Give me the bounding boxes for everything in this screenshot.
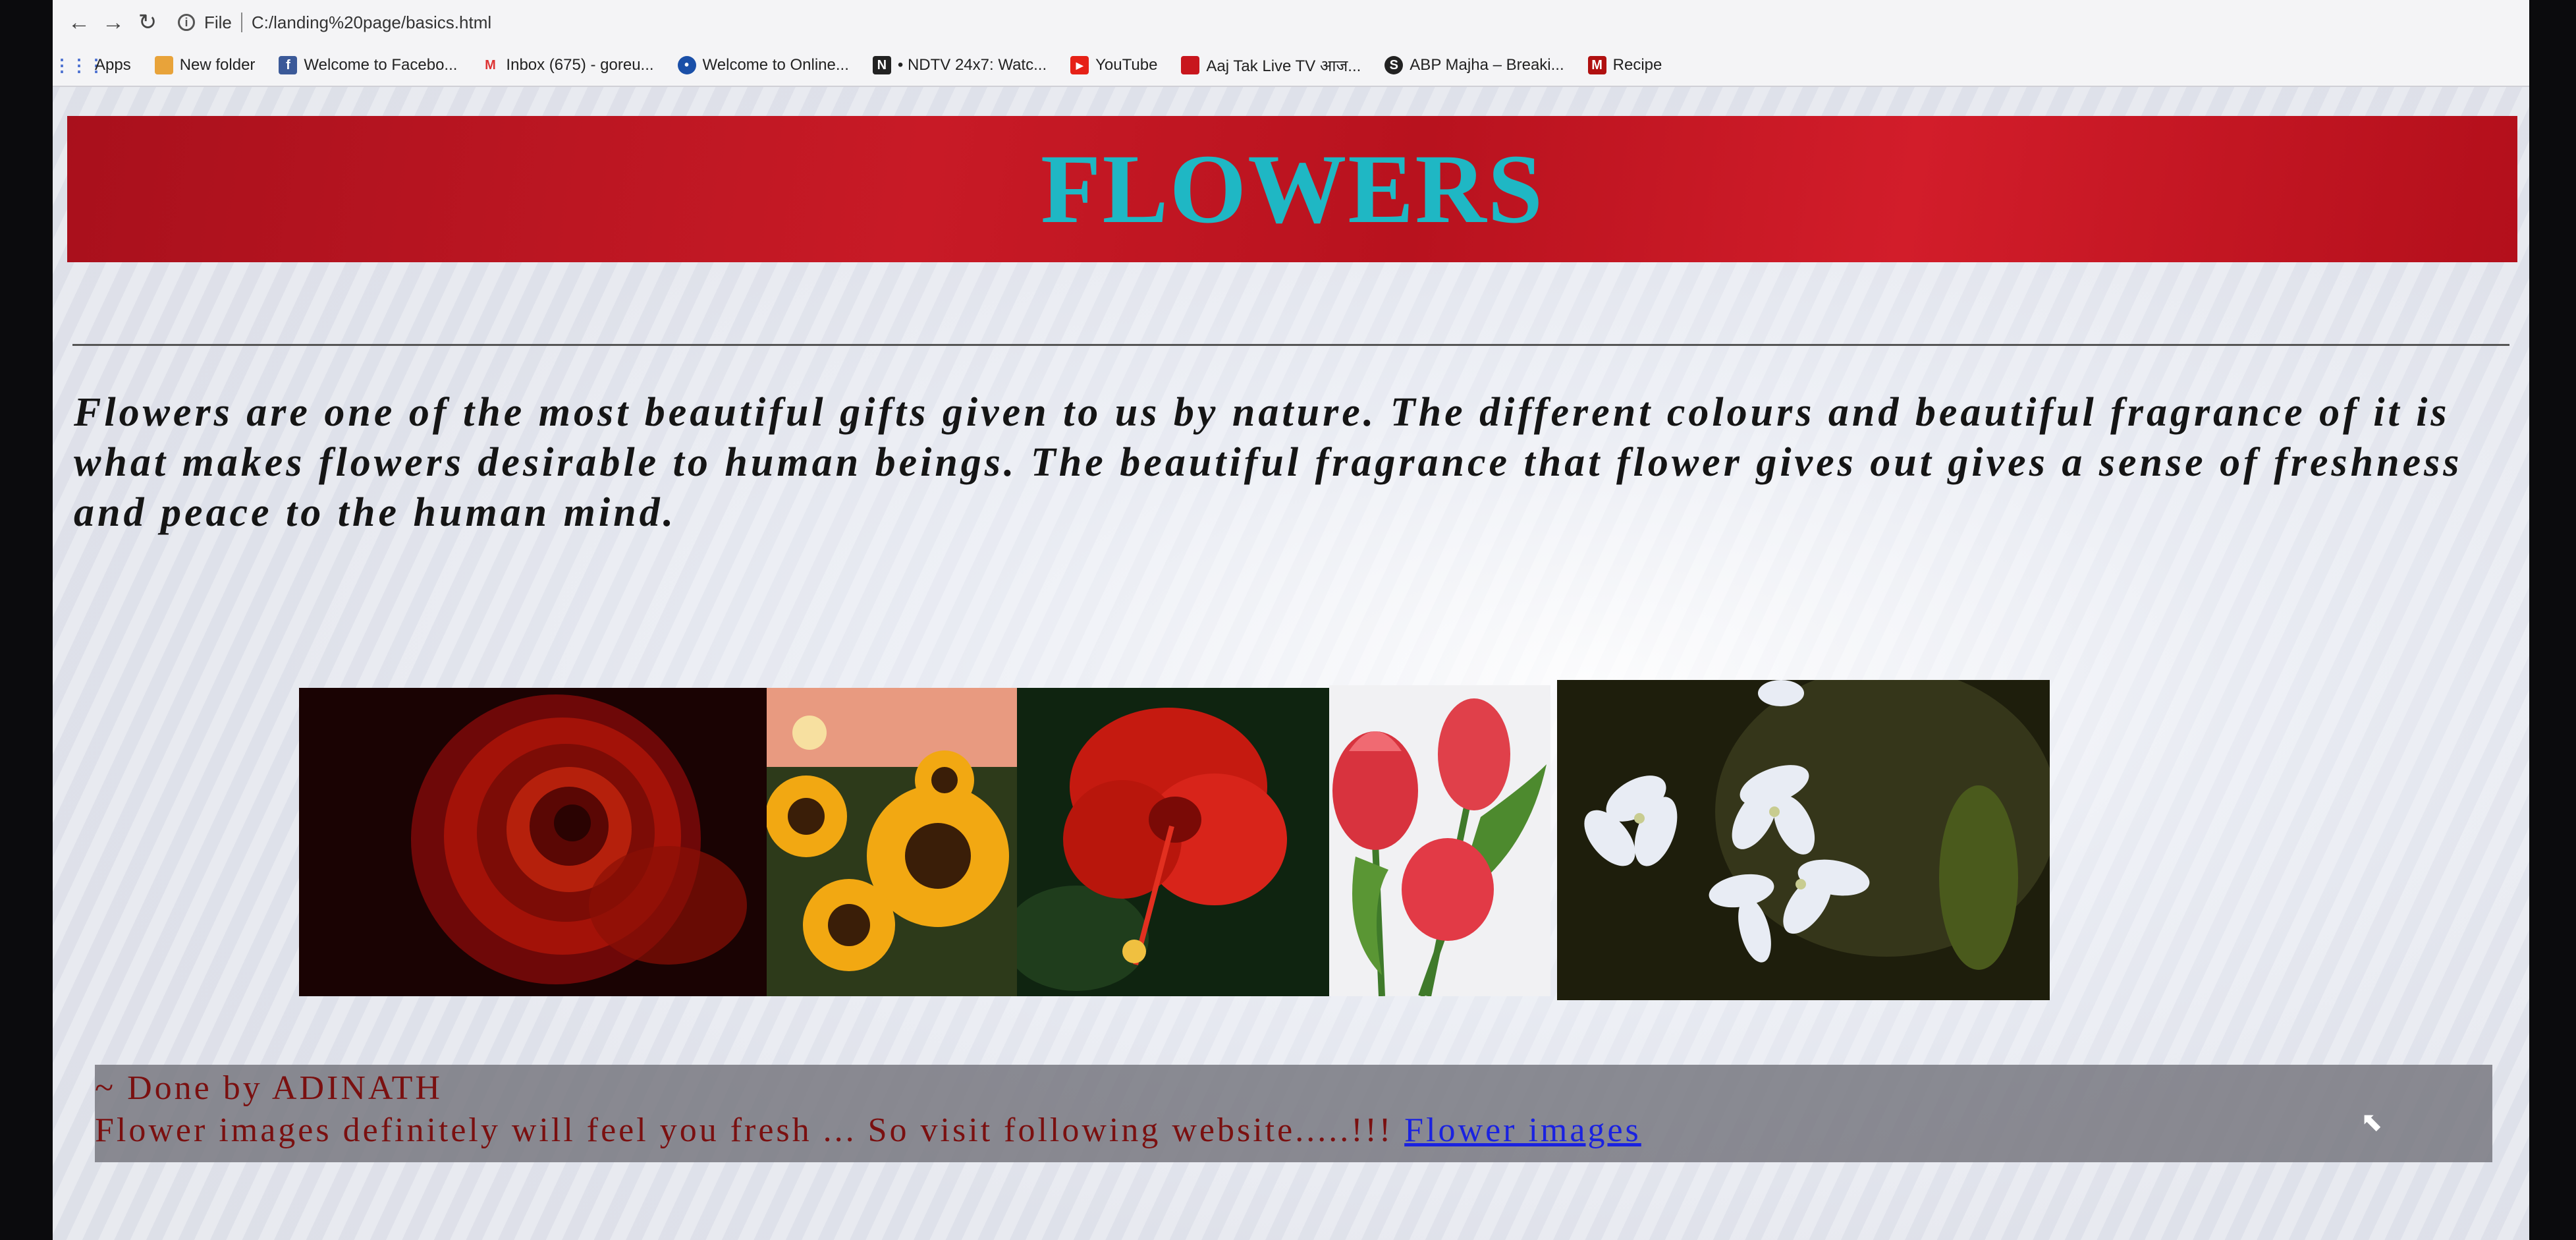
bookmark-abp[interactable]: S ABP Majha – Breaki... (1384, 56, 1564, 74)
protocol-label: File (204, 12, 232, 32)
bookmark-gmail[interactable]: M Inbox (675) - goreu... (481, 56, 653, 74)
bookmark-label: Welcome to Online... (702, 56, 849, 74)
bookmark-label: ABP Majha – Breaki... (1410, 56, 1564, 74)
intro-paragraph: Flowers are one of the most beautiful gi… (74, 390, 2463, 535)
address-bar[interactable]: i File C:/landing%20page/basics.html (178, 13, 491, 33)
hibiscus-image (1017, 688, 1329, 996)
bookmark-ndtv[interactable]: N • NDTV 24x7: Watc... (872, 56, 1047, 74)
browser-toolbar: ← → ↻ i File C:/landing%20page/basics.ht… (53, 0, 2529, 45)
rose-image (299, 688, 767, 996)
tulips-image (1329, 685, 1550, 996)
flower-images-link[interactable]: Flower images (1404, 1112, 1641, 1149)
bookmark-label: New folder (179, 56, 256, 74)
globe-icon: • (677, 56, 696, 74)
jasmine-image (1557, 680, 2050, 1000)
recipe-icon: M (1587, 56, 1606, 74)
back-icon[interactable]: ← (62, 5, 96, 40)
mouse-cursor-icon: ⬉ (2361, 1108, 2383, 1137)
bookmarks-bar: ⋮⋮⋮ Apps New folder f Welcome to Facebo.… (53, 45, 2529, 87)
ndtv-icon: N (872, 56, 891, 74)
sunflowers-image (767, 688, 1017, 996)
bookmark-facebook[interactable]: f Welcome to Facebo... (279, 56, 457, 74)
address-separator (240, 13, 242, 32)
footer-message-line: Flower images definitely will feel you f… (95, 1111, 1641, 1150)
bookmark-label: Apps (95, 56, 131, 74)
bookmark-online[interactable]: • Welcome to Online... (677, 56, 849, 74)
browser-window: ← → ↻ i File C:/landing%20page/basics.ht… (53, 0, 2529, 1240)
folder-icon (154, 56, 173, 74)
abp-icon: S (1384, 56, 1404, 74)
bookmark-label: Aaj Tak Live TV आज... (1206, 57, 1361, 75)
bookmark-label: Recipe (1612, 56, 1662, 74)
bookmark-label: YouTube (1095, 56, 1158, 74)
apps-grid-icon: ⋮⋮⋮ (53, 55, 105, 75)
facebook-icon: f (279, 56, 298, 74)
gmail-icon: M (485, 57, 496, 72)
bookmark-label: • NDTV 24x7: Watc... (897, 56, 1047, 74)
footer-message: Flower images definitely will feel you f… (95, 1112, 1394, 1149)
bookmark-label: Inbox (675) - goreu... (506, 56, 654, 74)
page-header: FLOWERS (67, 116, 2517, 262)
youtube-icon: ▶ (1070, 56, 1089, 74)
page-title: FLOWERS (1040, 134, 1545, 244)
bookmark-new-folder[interactable]: New folder (154, 56, 256, 74)
bookmark-recipe[interactable]: M Recipe (1587, 56, 1662, 74)
url-text[interactable]: C:/landing%20page/basics.html (252, 13, 491, 33)
info-icon[interactable]: i (178, 14, 195, 31)
bookmark-aajtak[interactable]: Aaj Tak Live TV आज... (1181, 55, 1361, 76)
page-footer: ~ Done by ADINATH Flower images definite… (95, 1065, 2492, 1162)
horizontal-rule (72, 344, 2509, 346)
bookmark-apps[interactable]: ⋮⋮⋮ Apps (53, 55, 131, 75)
bookmark-youtube[interactable]: ▶ YouTube (1070, 56, 1157, 74)
aajtak-icon (1181, 56, 1200, 74)
bookmark-label: Welcome to Facebo... (304, 56, 458, 74)
credit-text: ~ Done by ADINATH (95, 1069, 443, 1107)
reload-icon[interactable]: ↻ (130, 5, 165, 40)
forward-icon[interactable]: → (96, 5, 130, 40)
